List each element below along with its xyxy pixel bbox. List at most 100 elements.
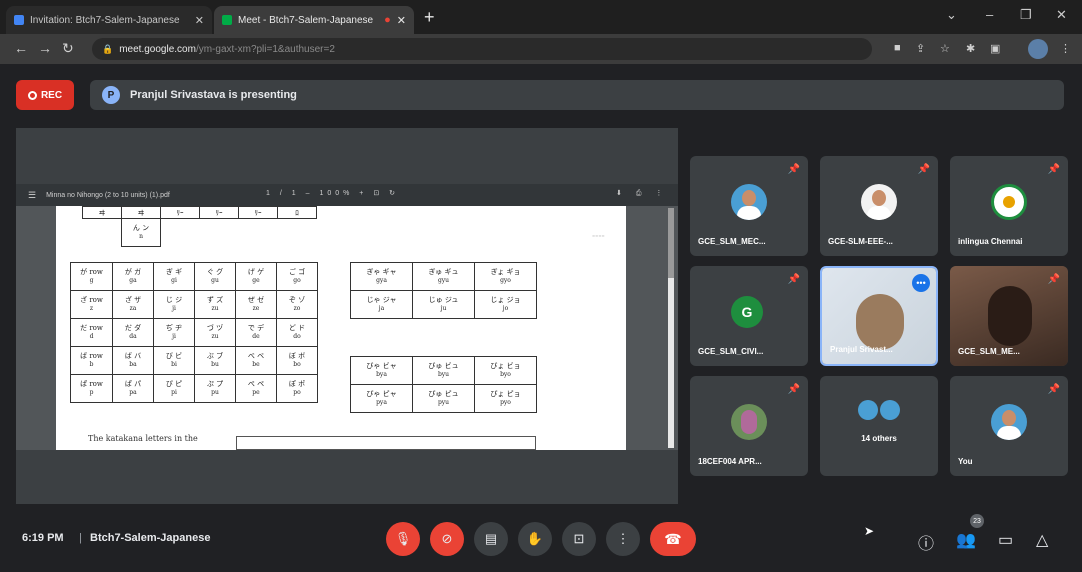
kana-text: ぴゃ ピャ xyxy=(366,390,397,398)
row-label-cell: だ row d xyxy=(70,318,113,347)
participant-tile[interactable]: 📌 GCE_SLM_ME... xyxy=(950,266,1068,366)
kana-text: ん ン xyxy=(132,224,150,232)
romaji-text: gi xyxy=(171,277,177,284)
extensions-icon[interactable]: ✱ xyxy=(966,42,975,55)
share-icon[interactable]: ⇪ xyxy=(916,42,925,55)
kana-text: げ ゲ xyxy=(247,268,265,276)
record-icon xyxy=(27,90,37,100)
presenting-text: Pranjul Srivastava is presenting xyxy=(130,89,297,101)
mini-avatar xyxy=(880,400,900,420)
kana-cell: ぶ ブ bu xyxy=(194,346,236,375)
kana-cell: ぞ ゾ zo xyxy=(276,290,318,319)
pdf-more-icon[interactable]: ⋮ xyxy=(655,190,668,197)
new-tab-button[interactable]: + xyxy=(424,7,435,28)
pdf-viewport[interactable]: ヰ ヰ ﾘｰ ﾘｰ ﾘｰ ﾛ ん ン n ⁻⁻⁻⁻ が row g が ガ ga ぎ xyxy=(16,206,678,450)
browser-tab-invitation[interactable]: Invitation: Btch7-Salem-Japanese ✕ xyxy=(6,6,212,34)
meeting-details-icon[interactable]: ⓘ xyxy=(918,530,934,554)
avatar-body xyxy=(997,426,1021,440)
participant-tile[interactable]: 📌 inlingua Chennai xyxy=(950,156,1068,256)
participant-tile[interactable]: 📌 GCE-SLM-EEE-... xyxy=(820,156,938,256)
tab-title: Invitation: Btch7-Salem-Japanese xyxy=(30,14,180,26)
participant-tile[interactable]: 📌 GCE_SLM_MEC... xyxy=(690,156,808,256)
camera-in-use-icon[interactable]: ■ xyxy=(894,42,901,54)
close-window-icon[interactable]: ✕ xyxy=(1056,7,1067,23)
forward-icon[interactable]: → xyxy=(38,40,52,56)
kana-cell: ど ド do xyxy=(276,318,318,347)
romaji-text: byu xyxy=(437,371,450,378)
maximize-icon[interactable]: ❐ xyxy=(1020,7,1032,23)
camera-off-icon: ⊘ xyxy=(441,531,453,546)
recording-badge: REC xyxy=(16,80,74,110)
kana-cell: ﾛ xyxy=(277,206,317,219)
avatar-head xyxy=(872,190,886,206)
presentation-stage[interactable]: ☰ Minna no Nihongo (2 to 10 units) (1).p… xyxy=(16,128,678,504)
captions-button[interactable]: ▤ xyxy=(474,522,508,556)
kana-voiced-table: が row g が ガ ga ぎ ギ gi ぐ グ gu げ ゲ ge ご ゴ go ざ row z ざ ザ… xyxy=(70,262,318,403)
scrollbar-thumb[interactable] xyxy=(668,208,674,278)
romaji-text: pa xyxy=(129,389,137,396)
kana-cell: べ ベ be xyxy=(235,346,277,375)
pin-icon[interactable]: 📌 xyxy=(918,164,930,175)
address-bar[interactable]: 🔒 meet.google.com /ym-gaxt-xm?pli=1&auth… xyxy=(92,38,872,60)
fit-page-icon[interactable]: ⊡ xyxy=(373,190,383,197)
people-icon[interactable]: 👥 xyxy=(956,530,976,550)
tab-close-icon[interactable]: ✕ xyxy=(195,14,204,27)
leave-call-button[interactable]: ☎ xyxy=(650,522,696,556)
pin-icon[interactable]: 📌 xyxy=(1048,384,1060,395)
reload-icon[interactable]: ↻ xyxy=(62,40,74,57)
pin-icon[interactable]: 📌 xyxy=(1048,274,1060,285)
present-button[interactable]: ⊡ xyxy=(562,522,596,556)
zoom-in-icon[interactable]: + xyxy=(359,190,367,197)
pin-icon[interactable]: 📌 xyxy=(788,384,800,395)
kana-cell: ぴょ ピョ pyo xyxy=(474,384,537,413)
participant-tile[interactable]: 📌 You xyxy=(950,376,1068,476)
kana-cell: ざ ザ za xyxy=(112,290,154,319)
more-options-button[interactable]: ⋮ xyxy=(606,522,640,556)
others-avatars xyxy=(858,400,900,420)
profile-avatar[interactable] xyxy=(1028,39,1048,59)
raise-hand-button[interactable]: ✋ xyxy=(518,522,552,556)
tab-close-icon[interactable]: ✕ xyxy=(397,14,406,27)
zoom-out-icon[interactable]: – xyxy=(306,190,314,197)
romaji-text: gyo xyxy=(500,277,511,284)
kana-cell: で デ de xyxy=(235,318,277,347)
participant-tile[interactable]: G 📌 GCE_SLM_CIVI... xyxy=(690,266,808,366)
participant-tile[interactable]: 14 others xyxy=(820,376,938,476)
kana-cell: ぴゅ ピュ pyu xyxy=(412,384,475,413)
browser-toolbar: ← → ↻ 🔒 meet.google.com /ym-gaxt-xm?pli=… xyxy=(0,34,1082,64)
participant-tile[interactable]: 📌 18CEF004 APR... xyxy=(690,376,808,476)
camera-off-button[interactable]: ⊘ xyxy=(430,522,464,556)
row-label-cell: ざ row z xyxy=(70,290,113,319)
chat-icon[interactable]: ▭ xyxy=(998,530,1013,550)
kana-text: ぎゅ ギュ xyxy=(428,268,459,276)
pdf-menu-icon[interactable]: ☰ xyxy=(28,190,36,201)
row-label: が row xyxy=(80,268,103,276)
browser-tab-meet[interactable]: Meet - Btch7-Salem-Japanese ● ✕ xyxy=(214,6,414,34)
download-icon[interactable]: ⬇ xyxy=(616,190,628,197)
rotate-icon[interactable]: ↻ xyxy=(389,190,399,197)
back-icon[interactable]: ← xyxy=(14,40,28,56)
romaji-text: gu xyxy=(211,277,219,284)
kana-text: びょ ビョ xyxy=(490,362,521,370)
romaji-text: gya xyxy=(376,277,387,284)
participant-tile[interactable]: ••• Pranjul Srivast... xyxy=(820,266,938,366)
pin-icon[interactable]: 📌 xyxy=(788,164,800,175)
tab-search-icon[interactable]: ⌄ xyxy=(946,7,957,23)
activities-icon[interactable]: △ xyxy=(1036,530,1048,550)
reading-list-icon[interactable]: ▣ xyxy=(990,42,1000,55)
kana-cell: びゃ ビャ bya xyxy=(350,356,413,385)
kana-text: びゅ ビュ xyxy=(428,362,459,370)
mic-off-button[interactable]: 🎙 xyxy=(386,522,420,556)
pin-icon[interactable]: 📌 xyxy=(1048,164,1060,175)
row-label-cell: ぱ row p xyxy=(70,374,113,403)
pdf-scrollbar[interactable] xyxy=(668,208,674,448)
zoom-level: 100% xyxy=(319,190,354,197)
kana-cell: ぽ ポ po xyxy=(276,374,318,403)
print-icon[interactable]: ⎙ xyxy=(636,190,648,197)
minimize-icon[interactable]: – xyxy=(986,7,993,22)
kana-text: ど ド xyxy=(288,324,306,332)
romaji-text: bya xyxy=(376,371,387,378)
pin-icon[interactable]: 📌 xyxy=(788,274,800,285)
chrome-menu-icon[interactable]: ⋮ xyxy=(1060,42,1071,55)
bookmark-star-icon[interactable]: ☆ xyxy=(940,42,950,55)
